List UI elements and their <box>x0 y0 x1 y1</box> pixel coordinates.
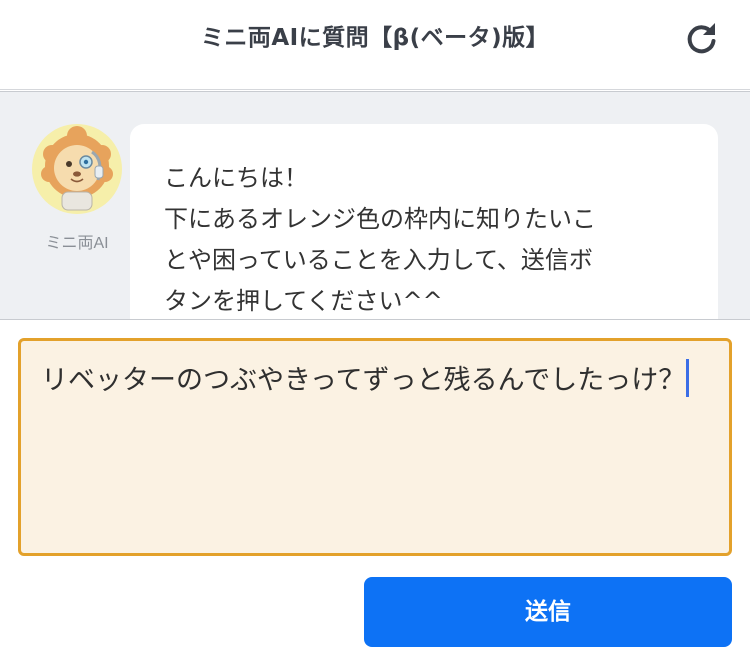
message-line: とや困っていることを入力して、送信ボ <box>164 246 593 274</box>
assistant-message-bubble: こんにちは！ 下にあるオレンジ色の枠内に知りたいこ とや困っていることを入力して… <box>130 124 718 319</box>
message-line: タンを押してください^^ <box>164 287 443 315</box>
question-input[interactable]: リベッターのつぶやきってずっと残るんでしたっけ？ <box>18 338 732 556</box>
message-line: こんにちは！ <box>164 164 308 192</box>
composer-area: リベッターのつぶやきってずっと残るんでしたっけ？ 送信 <box>0 319 750 665</box>
question-input-value: リベッターのつぶやきってずっと残るんでしたっけ？ <box>41 365 686 396</box>
reload-icon[interactable] <box>684 20 720 56</box>
message-line: 下にあるオレンジ色の枠内に知りたいこ <box>164 205 596 233</box>
page-title: ミニ両AIに質問【β(ベータ)版】 <box>200 25 550 51</box>
chat-area: ミニ両AI こんにちは！ 下にあるオレンジ色の枠内に知りたいこ とや困っているこ… <box>0 91 750 319</box>
lion-mascot-avatar <box>32 124 122 214</box>
assistant-name: ミニ両AI <box>45 235 109 252</box>
send-button[interactable]: 送信 <box>364 577 732 647</box>
app-header: ミニ両AIに質問【β(ベータ)版】 <box>0 0 750 90</box>
text-caret <box>686 359 690 397</box>
